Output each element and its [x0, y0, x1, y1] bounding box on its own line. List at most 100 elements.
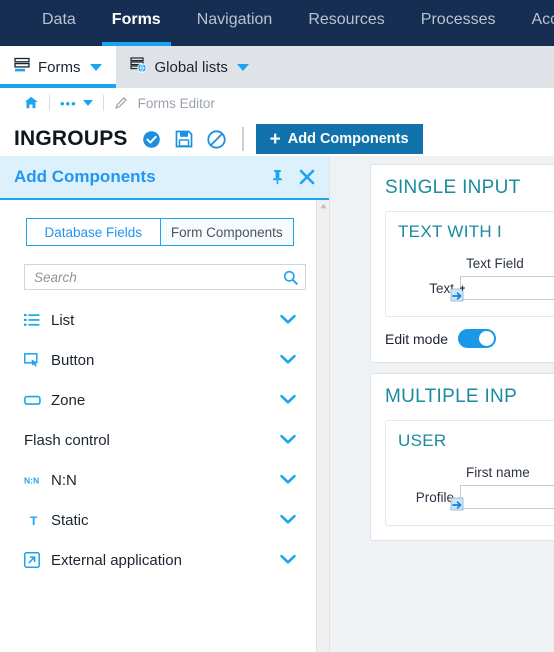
chevron-down-icon[interactable]	[280, 353, 296, 368]
subtab-global-lists[interactable]: Global lists	[116, 46, 263, 88]
svg-text:T: T	[30, 514, 38, 527]
tab-label: Form Components	[170, 224, 283, 240]
form-subblock-user[interactable]: USER First name Profile	[385, 420, 554, 526]
panel-scrollbar[interactable]	[316, 200, 329, 652]
tab-database-fields[interactable]: Database Fields	[26, 218, 161, 246]
secondary-toolbar: Forms Global lists	[0, 46, 554, 88]
edit-mode-row: Edit mode	[385, 329, 554, 348]
breadcrumb-ellipsis[interactable]: •••	[60, 96, 77, 111]
text-field-input[interactable]	[460, 276, 554, 300]
field-header: Text Field	[466, 256, 524, 271]
panel-title: Add Components	[14, 167, 156, 186]
form-block-multiple-input[interactable]: MULTIPLE INP USER First name Profile	[370, 373, 554, 541]
nav-tab-label: Resources	[308, 11, 385, 28]
global-lists-icon	[129, 57, 148, 77]
subblock-title: USER	[398, 431, 447, 450]
zone-icon	[24, 395, 46, 406]
tab-form-components[interactable]: Form Components	[160, 218, 294, 246]
plus-icon: +	[269, 128, 281, 150]
component-category-list: List Button Zone Flash control N:N N:N T…	[0, 300, 316, 580]
form-field-row: Text	[398, 276, 554, 301]
field-label-wrapper: Text	[398, 281, 465, 301]
category-label: Flash control	[24, 431, 110, 449]
pencil-icon[interactable]	[114, 96, 128, 110]
field-header: First name	[466, 465, 530, 480]
nav-tab-resources[interactable]: Resources	[290, 0, 402, 46]
field-label: Profile	[415, 489, 454, 505]
category-zone[interactable]: Zone	[0, 380, 316, 420]
first-name-input[interactable]	[460, 485, 554, 509]
nav-tab-accounts[interactable]: Acc	[514, 0, 554, 46]
category-label: List	[51, 311, 75, 329]
breadcrumb: ••• Forms Editor	[0, 88, 554, 118]
nav-tab-label: Forms	[111, 11, 161, 28]
category-label: External application	[51, 551, 182, 569]
subtab-label: Global lists	[154, 58, 228, 76]
chevron-down-icon[interactable]	[89, 63, 102, 71]
close-icon[interactable]	[299, 169, 315, 185]
nav-tab-label: Processes	[420, 11, 496, 28]
nav-tab-data[interactable]: Data	[24, 0, 94, 46]
category-flash-control[interactable]: Flash control	[0, 420, 316, 460]
category-static[interactable]: T Static	[0, 500, 316, 540]
nav-tab-label: Acc	[531, 11, 554, 28]
search-input[interactable]	[32, 268, 283, 286]
drag-drop-cursor-icon	[450, 285, 465, 301]
forms-icon	[14, 57, 31, 77]
save-icon[interactable]	[175, 130, 193, 148]
subtab-label: Forms	[38, 58, 81, 76]
main-navigation-bar: Data Forms Navigation Resources Processe…	[0, 0, 554, 46]
application-window: Data Forms Navigation Resources Processe…	[0, 0, 554, 652]
drag-drop-cursor-icon	[450, 497, 464, 510]
page-title: INGROUPS	[14, 127, 128, 150]
panel-tab-group: Database Fields Form Components	[26, 218, 294, 246]
category-label: Button	[51, 351, 95, 369]
nav-tab-navigation[interactable]: Navigation	[179, 0, 291, 46]
chevron-down-icon[interactable]	[236, 63, 249, 71]
list-icon	[24, 313, 46, 327]
chevron-down-icon[interactable]	[280, 433, 296, 448]
breadcrumb-divider	[49, 95, 50, 111]
chevron-down-icon[interactable]	[280, 313, 296, 328]
chevron-down-icon[interactable]	[280, 553, 296, 568]
chevron-down-icon[interactable]	[280, 393, 296, 408]
tab-label: Database Fields	[44, 224, 143, 240]
subblock-title: TEXT WITH I	[398, 222, 503, 241]
form-block-single-input[interactable]: SINGLE INPUT TEXT WITH I Text Field Text	[370, 164, 554, 363]
form-subblock-text-with-input[interactable]: TEXT WITH I Text Field Text	[385, 211, 554, 317]
nav-tab-forms[interactable]: Forms	[94, 0, 179, 46]
edit-mode-toggle[interactable]	[458, 329, 497, 348]
category-list[interactable]: List	[0, 300, 316, 340]
workspace: Add Components Database Fields Form Comp…	[0, 156, 554, 652]
search-icon[interactable]	[283, 270, 298, 285]
category-nn[interactable]: N:N N:N	[0, 460, 316, 500]
form-field-row: Profile	[398, 485, 554, 510]
add-components-button[interactable]: + Add Components	[255, 124, 423, 154]
search-box[interactable]	[24, 264, 306, 290]
edit-mode-label: Edit mode	[385, 330, 449, 347]
external-application-icon	[24, 552, 46, 568]
subtab-forms[interactable]: Forms	[0, 46, 116, 88]
category-button[interactable]: Button	[0, 340, 316, 380]
nav-tab-label: Navigation	[196, 11, 273, 28]
toolbar-divider	[241, 127, 244, 151]
scroll-up-arrow-icon[interactable]	[320, 203, 327, 209]
field-label-wrapper: Profile	[398, 489, 464, 510]
chevron-down-icon[interactable]	[82, 100, 93, 106]
category-label: Zone	[51, 391, 86, 409]
panel-header: Add Components	[0, 156, 329, 200]
nav-tab-processes[interactable]: Processes	[403, 0, 514, 46]
check-circle-icon[interactable]	[142, 130, 161, 149]
add-components-panel: Add Components Database Fields Form Comp…	[0, 156, 330, 652]
chevron-down-icon[interactable]	[280, 473, 296, 488]
breadcrumb-current: Forms Editor	[137, 95, 215, 111]
category-external-application[interactable]: External application	[0, 540, 316, 580]
pin-icon[interactable]	[270, 169, 285, 185]
chevron-down-icon[interactable]	[280, 513, 296, 528]
nn-icon: N:N	[24, 475, 46, 486]
home-icon[interactable]	[24, 96, 39, 110]
button-icon	[24, 352, 46, 368]
category-label: N:N	[51, 471, 77, 489]
breadcrumb-divider	[102, 95, 104, 111]
cancel-icon[interactable]	[207, 129, 226, 149]
